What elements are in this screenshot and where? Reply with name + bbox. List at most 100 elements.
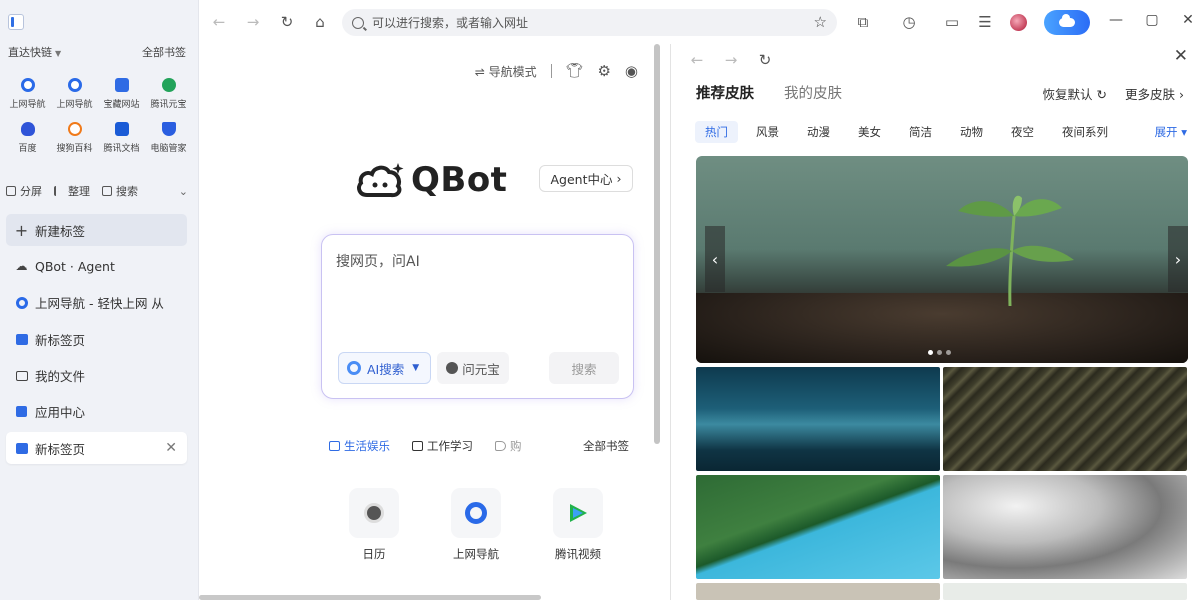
skin-cat-night-sky[interactable]: 夜空 — [1001, 121, 1044, 143]
maximize-icon[interactable]: ▢ — [1143, 12, 1161, 28]
quick-link[interactable]: 百度 — [4, 118, 51, 156]
skin-cat-beauty[interactable]: 美女 — [848, 121, 891, 143]
quick-links-grid: 上网导航 上网导航 宝藏网站 腾讯元宝 百度 搜狗百科 腾讯文档 电脑管家 — [4, 74, 194, 156]
home-tab-icon — [15, 442, 28, 455]
quick-links-header: 直达快链 ▼ 全部书签 — [8, 44, 186, 60]
app-tencent-video[interactable]: 腾讯视频 — [553, 488, 603, 562]
skin-thumbnail-partial[interactable] — [943, 583, 1187, 600]
organize-button[interactable]: 整理 — [54, 183, 90, 199]
picture-icon — [329, 441, 340, 451]
split-screen-icon — [6, 186, 16, 196]
all-bookmarks-link[interactable]: 全部书签 — [142, 44, 186, 60]
qbot-cloud-icon: ☁ — [15, 259, 28, 274]
close-tab-icon[interactable]: ✕ — [165, 440, 177, 456]
banner-next-button[interactable]: › — [1168, 226, 1188, 292]
tencent-docs-icon — [114, 122, 129, 136]
sidebar-item-new-tab[interactable]: + 新建标签 — [6, 214, 187, 246]
skin-thumbnail-partial[interactable] — [696, 583, 940, 600]
close-icon[interactable]: ✕ — [1174, 46, 1188, 66]
reload-button[interactable]: ↻ — [275, 10, 299, 34]
vertical-scrollbar[interactable] — [654, 44, 660, 444]
cloud-sync-button[interactable] — [1044, 10, 1090, 35]
banner-dot[interactable] — [937, 350, 942, 355]
restore-default-button[interactable]: 恢复默认 ↻ — [1043, 84, 1107, 103]
all-bookmarks-link[interactable]: 全部书签 — [583, 438, 629, 454]
quick-link[interactable]: 上网导航 — [4, 74, 51, 112]
quick-link[interactable]: 搜狗百科 — [51, 118, 98, 156]
sidebar-item-new-tab-page[interactable]: 新标签页 — [6, 323, 187, 355]
banner-dot[interactable] — [946, 350, 951, 355]
sidebar-item-my-files[interactable]: 我的文件 — [6, 360, 187, 392]
ai-search-dropdown[interactable]: AI搜索 ▼ — [338, 352, 431, 384]
avatar[interactable] — [1010, 14, 1027, 31]
sidebar-item-active-tab[interactable]: 新标签页 ✕ — [6, 432, 187, 465]
sidebar-item-nav[interactable]: 上网导航 - 轻快上网 从 — [6, 287, 187, 319]
tab-work-study[interactable]: 工作学习 — [412, 438, 473, 454]
skin-banner-carousel[interactable]: ‹ › — [696, 156, 1188, 363]
address-input: 可以进行搜索，或者输入网址 — [372, 16, 529, 30]
tab-shopping[interactable]: 购 — [495, 438, 522, 454]
caret-down-icon: ▼ — [412, 363, 420, 373]
quick-link[interactable]: 腾讯文档 — [98, 118, 145, 156]
skin-cat-hot[interactable]: 热门 — [695, 121, 738, 143]
banner-dot[interactable] — [928, 350, 933, 355]
forward-button[interactable]: → — [241, 10, 265, 34]
tab-my-skins[interactable]: 我的皮肤 — [784, 82, 842, 103]
eye-icon[interactable]: ◉ — [625, 62, 638, 80]
tab-recommended-skins[interactable]: 推荐皮肤 — [696, 82, 754, 103]
expand-categories-button[interactable]: 展开 ▾ — [1155, 124, 1187, 140]
menu-icon[interactable]: ☰ — [973, 10, 997, 34]
split-screen-button[interactable]: 分屏 — [6, 183, 42, 199]
ai-search-box[interactable]: 搜网页，问AI AI搜索 ▼ 问元宝 搜索 — [321, 234, 634, 399]
extensions-icon[interactable]: ⧉ — [851, 10, 875, 34]
organize-icon — [54, 186, 64, 196]
agent-center-button[interactable]: Agent中心 › — [539, 165, 633, 192]
sidebar-toggle-icon[interactable] — [8, 14, 24, 30]
chevron-down-icon[interactable]: ⌄ — [179, 185, 188, 198]
downloads-folder-icon[interactable]: ▭ — [940, 10, 964, 34]
ask-yuanbao-button[interactable]: 问元宝 — [437, 352, 509, 384]
skin-shirt-icon[interactable]: 👕︎ — [566, 63, 584, 79]
minimize-icon[interactable]: — — [1107, 12, 1125, 28]
horizontal-scrollbar[interactable] — [199, 595, 541, 600]
panel-forward-button[interactable]: → — [719, 48, 743, 72]
ai-search-icon — [347, 361, 361, 375]
nav-mode-button[interactable]: ⇌ 导航模式 — [475, 63, 537, 80]
skin-thumbnail-ocean[interactable] — [696, 367, 940, 471]
skin-cat-scenery[interactable]: 风景 — [746, 121, 789, 143]
skin-cat-anime[interactable]: 动漫 — [797, 121, 840, 143]
search-icon — [352, 16, 364, 29]
search-button[interactable]: 搜索 — [549, 352, 619, 384]
tab-search-button[interactable]: 搜索 — [102, 183, 138, 199]
bookmark-star-icon[interactable]: ☆ — [814, 13, 827, 31]
history-icon[interactable]: ◷ — [897, 10, 921, 34]
settings-icon[interactable]: ⚙ — [597, 62, 610, 80]
skin-cat-animals[interactable]: 动物 — [950, 121, 993, 143]
more-skins-link[interactable]: 更多皮肤 › — [1125, 84, 1184, 103]
panel-back-button[interactable]: ← — [685, 48, 709, 72]
app-nav[interactable]: 上网导航 — [451, 488, 501, 562]
sidebar-item-app-center[interactable]: 应用中心 — [6, 396, 187, 428]
skin-thumbnail-fern[interactable] — [943, 367, 1187, 471]
home-button[interactable]: ⌂ — [308, 10, 332, 34]
banner-prev-button[interactable]: ‹ — [705, 226, 725, 292]
panel-reload-button[interactable]: ↻ — [753, 48, 777, 72]
tab-life-entertainment[interactable]: 生活娱乐 — [329, 438, 390, 454]
back-button[interactable]: ← — [207, 10, 231, 34]
quick-links-dropdown[interactable]: 直达快链 ▼ — [8, 44, 61, 60]
skin-thumbnail-forest-lake[interactable] — [696, 475, 940, 579]
app-calendar[interactable]: 日历 — [349, 488, 399, 562]
sidebar-item-qbot[interactable]: ☁ QBot · Agent — [6, 250, 187, 282]
quick-link[interactable]: 宝藏网站 — [98, 74, 145, 112]
quick-link[interactable]: 上网导航 — [51, 74, 98, 112]
skin-tabs: 推荐皮肤 我的皮肤 — [696, 82, 842, 103]
skin-thumbnail-clouds[interactable] — [943, 475, 1187, 579]
skin-cat-simple[interactable]: 简洁 — [899, 121, 942, 143]
window-close-icon[interactable]: ✕ — [1179, 12, 1197, 28]
quick-link[interactable]: 电脑管家 — [145, 118, 192, 156]
qq-browser-nav-icon — [67, 78, 82, 92]
skin-cat-night-series[interactable]: 夜间系列 — [1052, 121, 1118, 143]
address-bar[interactable]: 可以进行搜索，或者输入网址 ☆ — [342, 9, 837, 36]
home-tab-icon — [15, 333, 28, 346]
quick-link[interactable]: 腾讯元宝 — [145, 74, 192, 112]
